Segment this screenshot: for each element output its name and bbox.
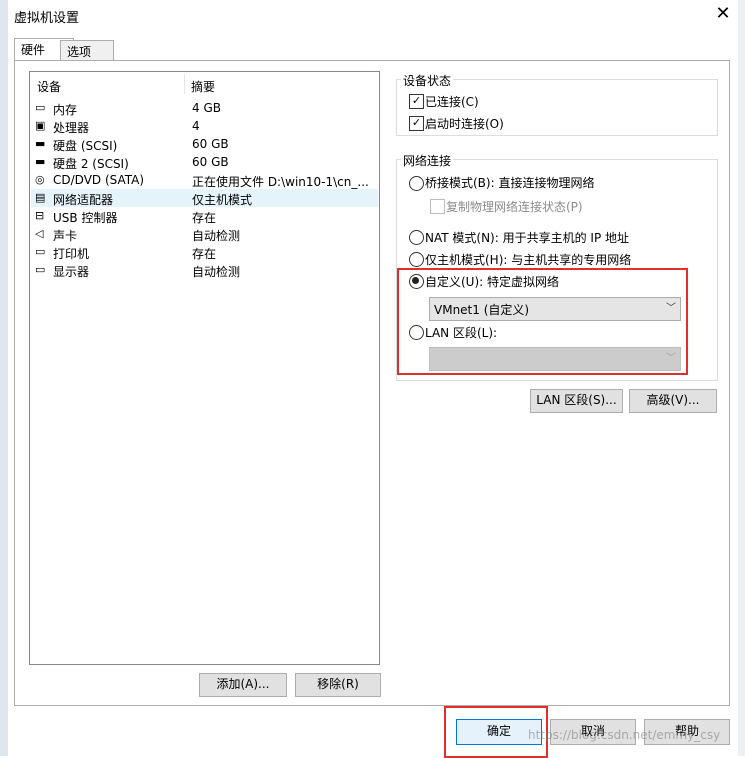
printer-icon: ▭: [35, 245, 46, 258]
device-row[interactable]: ▭ 显示器 自动检测: [31, 261, 378, 280]
network-connection-title: 网络连接: [401, 152, 454, 169]
column-separator[interactable]: [184, 74, 185, 94]
device-summary: 存在: [192, 247, 217, 261]
replicate-state-checkbox[interactable]: [430, 199, 445, 214]
device-name: CD/DVD (SATA): [53, 173, 145, 187]
add-button[interactable]: 添加(A)...: [199, 673, 287, 697]
device-name: 硬盘 2 (SCSI): [53, 157, 129, 171]
device-row[interactable]: ◁ 声卡 自动检测: [31, 225, 378, 244]
cd-dvd-icon: ◎: [35, 173, 45, 186]
device-name: USB 控制器: [53, 211, 118, 225]
device-summary: 仅主机模式: [192, 193, 253, 207]
nat-label[interactable]: NAT 模式(N): 用于共享主机的 IP 地址: [425, 229, 629, 246]
device-summary: 自动检测: [192, 265, 241, 279]
device-row[interactable]: ⊟ USB 控制器 存在: [31, 207, 378, 226]
processor-icon: ▣: [35, 119, 46, 132]
host-only-radio[interactable]: [409, 252, 424, 267]
device-row[interactable]: ▤ 网络适配器 仅主机模式: [31, 189, 378, 207]
usb-icon: ⊟: [35, 209, 45, 222]
window-title: 虚拟机设置: [14, 11, 80, 26]
bridged-label[interactable]: 桥接模式(B): 直接连接物理网络: [425, 174, 594, 191]
device-row[interactable]: ▬ 硬盘 (SCSI) 60 GB: [31, 135, 378, 153]
connect-on-power-checkbox[interactable]: ✓: [409, 116, 424, 131]
host-only-label[interactable]: 仅主机模式(H): 与主机共享的专用网络: [425, 251, 631, 268]
column-header-device[interactable]: 设备: [37, 78, 61, 95]
lan-segments-button[interactable]: LAN 区段(S)...: [530, 389, 623, 413]
device-summary: 4: [192, 119, 200, 133]
device-summary: 存在: [192, 211, 217, 225]
device-row[interactable]: ◎ CD/DVD (SATA) 正在使用文件 D:\win10-1\cn_...: [31, 171, 378, 189]
tab-bar: 硬件 选项: [14, 38, 730, 65]
connect-on-power-label[interactable]: 启动时连接(O): [425, 115, 504, 132]
background-window-strip: [0, 0, 8, 756]
device-name: 处理器: [53, 121, 90, 135]
device-list: 设备 摘要 ▭ 内存 4 GB ▣ 处理器 4 ▬ 硬盘 (SCSI) 60 GB ▬ 硬盘 2 (…: [29, 71, 380, 665]
replicate-state-label[interactable]: 复制物理网络连接状态(P): [446, 198, 583, 215]
device-name: 网络适配器: [53, 193, 114, 207]
hard-disk-icon: ▬: [35, 155, 46, 168]
device-name: 打印机: [53, 247, 90, 261]
device-name: 显示器: [53, 265, 90, 279]
highlight-box-custom-network: [397, 268, 688, 375]
memory-icon: ▭: [35, 101, 46, 114]
device-row[interactable]: ▣ 处理器 4: [31, 117, 378, 135]
hard-disk-icon: ▬: [35, 137, 46, 150]
sound-icon: ◁: [35, 227, 44, 240]
device-row[interactable]: ▭ 内存 4 GB: [31, 99, 378, 117]
device-row[interactable]: ▭ 打印机 存在: [31, 243, 378, 262]
device-status-title: 设备状态: [401, 72, 454, 89]
device-name: 声卡: [53, 229, 78, 243]
device-summary: 正在使用文件 D:\win10-1\cn_...: [192, 175, 369, 189]
remove-button[interactable]: 移除(R): [295, 673, 381, 697]
device-summary: 60 GB: [192, 155, 229, 169]
device-row[interactable]: ▬ 硬盘 2 (SCSI) 60 GB: [31, 153, 378, 171]
network-adapter-icon: ▤: [35, 191, 46, 204]
connected-checkbox[interactable]: ✓: [409, 94, 424, 109]
device-summary: 4 GB: [192, 101, 221, 115]
connected-label[interactable]: 已连接(C): [425, 93, 479, 110]
device-name: 内存: [53, 103, 78, 117]
close-icon[interactable]: ✕: [712, 3, 734, 25]
advanced-button[interactable]: 高级(V)...: [629, 389, 717, 413]
device-summary: 自动检测: [192, 229, 241, 243]
column-header-summary[interactable]: 摘要: [191, 78, 215, 95]
device-name: 硬盘 (SCSI): [53, 139, 118, 153]
watermark: https://blog.csdn.net/emmy_csy: [528, 728, 721, 742]
nat-radio[interactable]: [409, 230, 424, 245]
device-summary: 60 GB: [192, 137, 229, 151]
background-window-strip-right: [738, 0, 745, 756]
bridged-radio[interactable]: [409, 176, 424, 191]
monitor-icon: ▭: [35, 263, 46, 276]
